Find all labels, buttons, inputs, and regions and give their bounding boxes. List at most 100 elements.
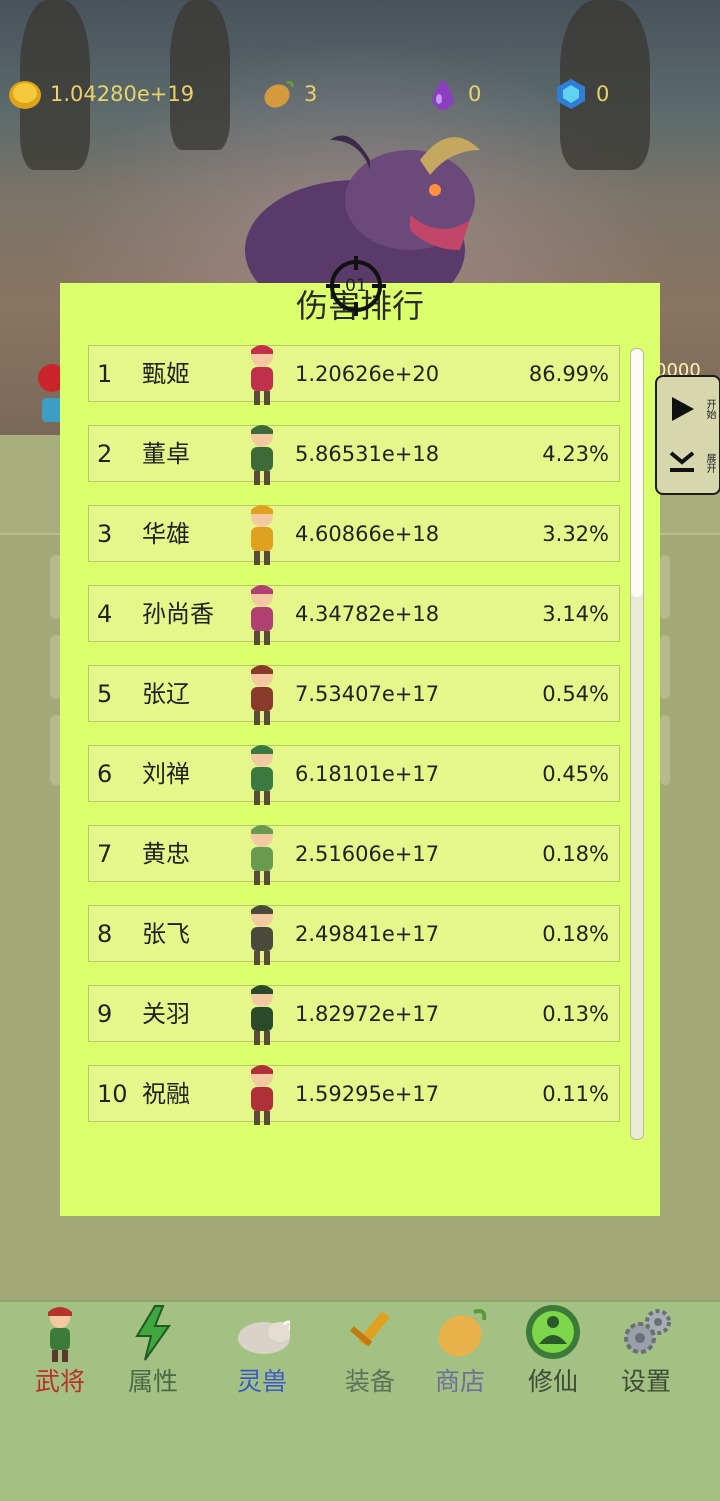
- damage-value: 2.51606e+17: [295, 842, 440, 866]
- ghost-item: [660, 555, 670, 619]
- hero-name: 刘禅: [142, 760, 190, 788]
- rank-number: 10: [97, 1080, 128, 1108]
- damage-value: 7.53407e+17: [295, 682, 440, 706]
- ranking-row: 4 孙尚香 4.34782e+18 3.14%: [88, 585, 620, 645]
- nav-label: 灵兽: [236, 1367, 287, 1396]
- gold-coin-icon: [9, 81, 41, 109]
- nav-label: 属性: [127, 1367, 178, 1396]
- resource-gem: 0: [554, 72, 609, 116]
- damage-percent: 3.32%: [542, 522, 609, 546]
- ranking-row: 9 关羽 1.82972e+17 0.13%: [88, 985, 620, 1045]
- hero-avatar-icon: [251, 825, 273, 885]
- hero-avatar-icon: [251, 985, 273, 1045]
- ghost-item: [660, 635, 670, 699]
- play-icon: [672, 397, 694, 421]
- rank-number: 9: [97, 1000, 113, 1028]
- scrollbar[interactable]: [630, 348, 644, 1140]
- hero-avatar-icon: [251, 425, 273, 485]
- hero-avatar-icon: [251, 745, 273, 805]
- damage-value: 4.60866e+18: [295, 522, 440, 546]
- ranking-row: 1 甄姬 1.20626e+20 86.99%: [88, 345, 620, 405]
- nav-label: 设置: [620, 1367, 671, 1396]
- expand-button[interactable]: 展开: [657, 435, 719, 491]
- ranking-row: 10 祝融 1.59295e+17 0.11%: [88, 1065, 620, 1125]
- nav-item-1[interactable]: 武将: [12, 1300, 108, 1400]
- nav-label: 修仙: [527, 1367, 578, 1396]
- sword-icon: [350, 1312, 389, 1347]
- ghost-item: [660, 715, 670, 785]
- damage-value: 4.34782e+18: [295, 602, 440, 626]
- hero-avatar-icon: [251, 665, 273, 725]
- ranking-row: 8 张飞 2.49841e+17 0.18%: [88, 905, 620, 965]
- nav-item-7[interactable]: 设置: [598, 1300, 694, 1400]
- ranking-row: 2 董卓 5.86531e+18 4.23%: [88, 425, 620, 485]
- damage-percent: 0.45%: [542, 762, 609, 786]
- drop-value: 0: [468, 82, 482, 106]
- nav-item-5[interactable]: 商店: [412, 1300, 508, 1400]
- nav-label: 武将: [34, 1367, 85, 1396]
- resource-mango: 3: [262, 72, 317, 116]
- damage-percent: 0.18%: [542, 842, 609, 866]
- nav-item-4[interactable]: 装备: [322, 1300, 418, 1400]
- hero-avatar-icon: [251, 585, 273, 645]
- chevron-down-icon: [669, 451, 695, 472]
- hero-name: 祝融: [142, 1080, 190, 1108]
- hero-avatar-icon: [251, 505, 273, 565]
- meditation-icon: [526, 1305, 580, 1359]
- damage-value: 6.18101e+17: [295, 762, 440, 786]
- lightning-icon: [135, 1305, 171, 1361]
- damage-percent: 0.18%: [542, 922, 609, 946]
- ranking-row: 5 张辽 7.53407e+17 0.54%: [88, 665, 620, 725]
- expand-label: 展开: [704, 453, 715, 473]
- rank-number: 1: [97, 360, 113, 388]
- nav-item-3[interactable]: 灵兽: [214, 1300, 310, 1400]
- start-button[interactable]: 开始: [657, 381, 719, 437]
- beast-icon: [238, 1320, 290, 1354]
- rank-number: 2: [97, 440, 113, 468]
- gold-value: 1.04280e+19: [50, 82, 195, 106]
- hero-name: 孙尚香: [142, 600, 214, 628]
- gem-value: 0: [596, 82, 610, 106]
- ranking-row: 6 刘禅 6.18101e+17 0.45%: [88, 745, 620, 805]
- damage-percent: 4.23%: [542, 442, 609, 466]
- hero-name: 黄忠: [142, 840, 190, 868]
- purple-drop-icon: [432, 79, 454, 110]
- hero-name: 华雄: [142, 520, 190, 548]
- mango-icon: [264, 81, 294, 108]
- mango-value: 3: [304, 82, 318, 106]
- rank-number: 5: [97, 680, 113, 708]
- hero-name: 关羽: [142, 1000, 190, 1028]
- nav-item-2[interactable]: 属性: [105, 1300, 201, 1400]
- ranking-row: 3 华雄 4.60866e+18 3.32%: [88, 505, 620, 565]
- hero-avatar-icon: [251, 1065, 273, 1125]
- rank-number: 6: [97, 760, 113, 788]
- start-label: 开始: [704, 399, 715, 419]
- target-number: 01: [345, 276, 367, 296]
- rank-number: 7: [97, 840, 113, 868]
- hero-avatar-icon: [251, 345, 273, 405]
- hero-name: 张飞: [142, 920, 190, 948]
- hero-avatar-icon: [251, 905, 273, 965]
- damage-percent: 0.13%: [542, 1002, 609, 1026]
- hero-name: 张辽: [142, 680, 190, 708]
- blue-gem-icon: [557, 79, 585, 109]
- damage-value: 2.49841e+17: [295, 922, 440, 946]
- nav-item-6[interactable]: 修仙: [505, 1300, 601, 1400]
- side-control-panel: 开始 展开: [655, 375, 720, 495]
- damage-value: 5.86531e+18: [295, 442, 440, 466]
- nav-label: 装备: [344, 1367, 395, 1396]
- damage-value: 1.82972e+17: [295, 1002, 440, 1026]
- resource-bar: 1.04280e+19 3 0 0: [0, 72, 720, 116]
- nav-label: 商店: [434, 1367, 485, 1396]
- mango-icon: [438, 1309, 487, 1357]
- scrollbar-thumb[interactable]: [631, 349, 643, 597]
- rank-number: 3: [97, 520, 113, 548]
- rank-number: 4: [97, 600, 113, 628]
- general-icon: [48, 1307, 72, 1362]
- damage-percent: 0.11%: [542, 1082, 609, 1106]
- target-marker: 01: [326, 256, 386, 316]
- gear-icon: [624, 1309, 671, 1354]
- damage-percent: 0.54%: [542, 682, 609, 706]
- resource-drop: 0: [426, 72, 481, 116]
- rank-number: 8: [97, 920, 113, 948]
